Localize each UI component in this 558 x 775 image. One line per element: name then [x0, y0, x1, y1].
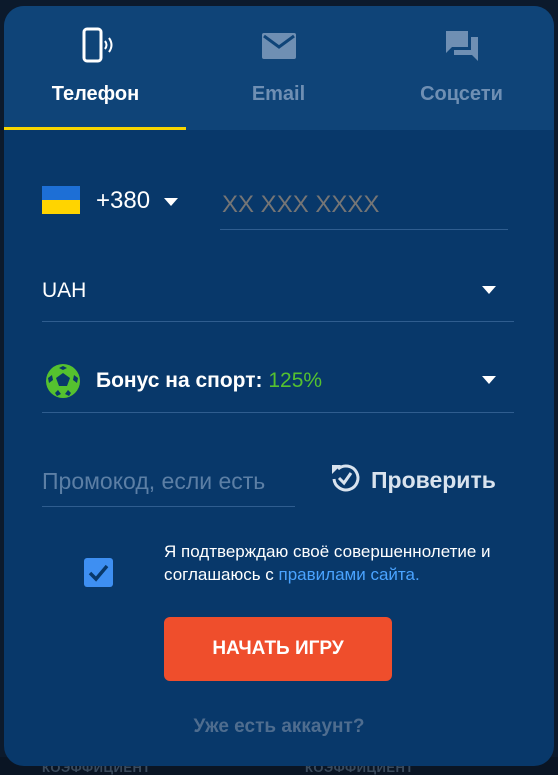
email-icon: [187, 26, 370, 66]
agreement-text: Я подтверждаю своё совершеннолетие и сог…: [164, 540, 494, 586]
start-game-button[interactable]: НАЧАТЬ ИГРУ: [164, 617, 392, 681]
chevron-down-icon[interactable]: [164, 198, 178, 206]
check-promo-button[interactable]: Проверить: [329, 462, 496, 498]
refresh-check-icon: [329, 462, 361, 499]
tab-social[interactable]: Соцсети: [370, 6, 553, 130]
chat-icon: [370, 26, 553, 66]
bonus-underline: [42, 412, 514, 413]
tab-label: Соцсети: [420, 83, 503, 105]
ukraine-flag[interactable]: [42, 186, 80, 214]
check-icon: [88, 564, 109, 582]
rules-link[interactable]: правилами сайта.: [279, 565, 420, 584]
tab-label: Телефон: [51, 83, 140, 105]
bonus-value: 125%: [268, 369, 323, 392]
currency-underline: [42, 321, 514, 322]
phone-icon: [4, 26, 187, 66]
bonus-select[interactable]: Бонус на спорт: 125%: [96, 369, 322, 393]
tab-phone[interactable]: Телефон: [4, 6, 187, 130]
login-link[interactable]: Уже есть аккаунт?: [4, 716, 554, 738]
promo-underline: [42, 506, 295, 507]
check-promo-label: Проверить: [371, 466, 496, 493]
tab-label: Email: [251, 83, 306, 105]
tab-email[interactable]: Email: [187, 6, 370, 130]
chevron-down-icon[interactable]: [482, 376, 496, 384]
tab-bar: Телефон Email Соцсети: [4, 6, 554, 130]
phone-underline: [220, 229, 508, 230]
country-code[interactable]: +380: [96, 187, 150, 215]
chevron-down-icon[interactable]: [482, 286, 496, 294]
active-tab-indicator: [4, 127, 186, 130]
agreement-checkbox[interactable]: [84, 558, 113, 587]
currency-select[interactable]: UAH: [42, 279, 86, 303]
soccer-ball-icon: [44, 362, 82, 400]
bonus-label: Бонус на спорт:: [96, 369, 263, 392]
promo-input[interactable]: Промокод, если есть: [42, 468, 265, 495]
registration-card: Телефон Email Соцсети +380 XX XXX XXXX U…: [4, 6, 554, 766]
phone-input[interactable]: [220, 190, 512, 220]
